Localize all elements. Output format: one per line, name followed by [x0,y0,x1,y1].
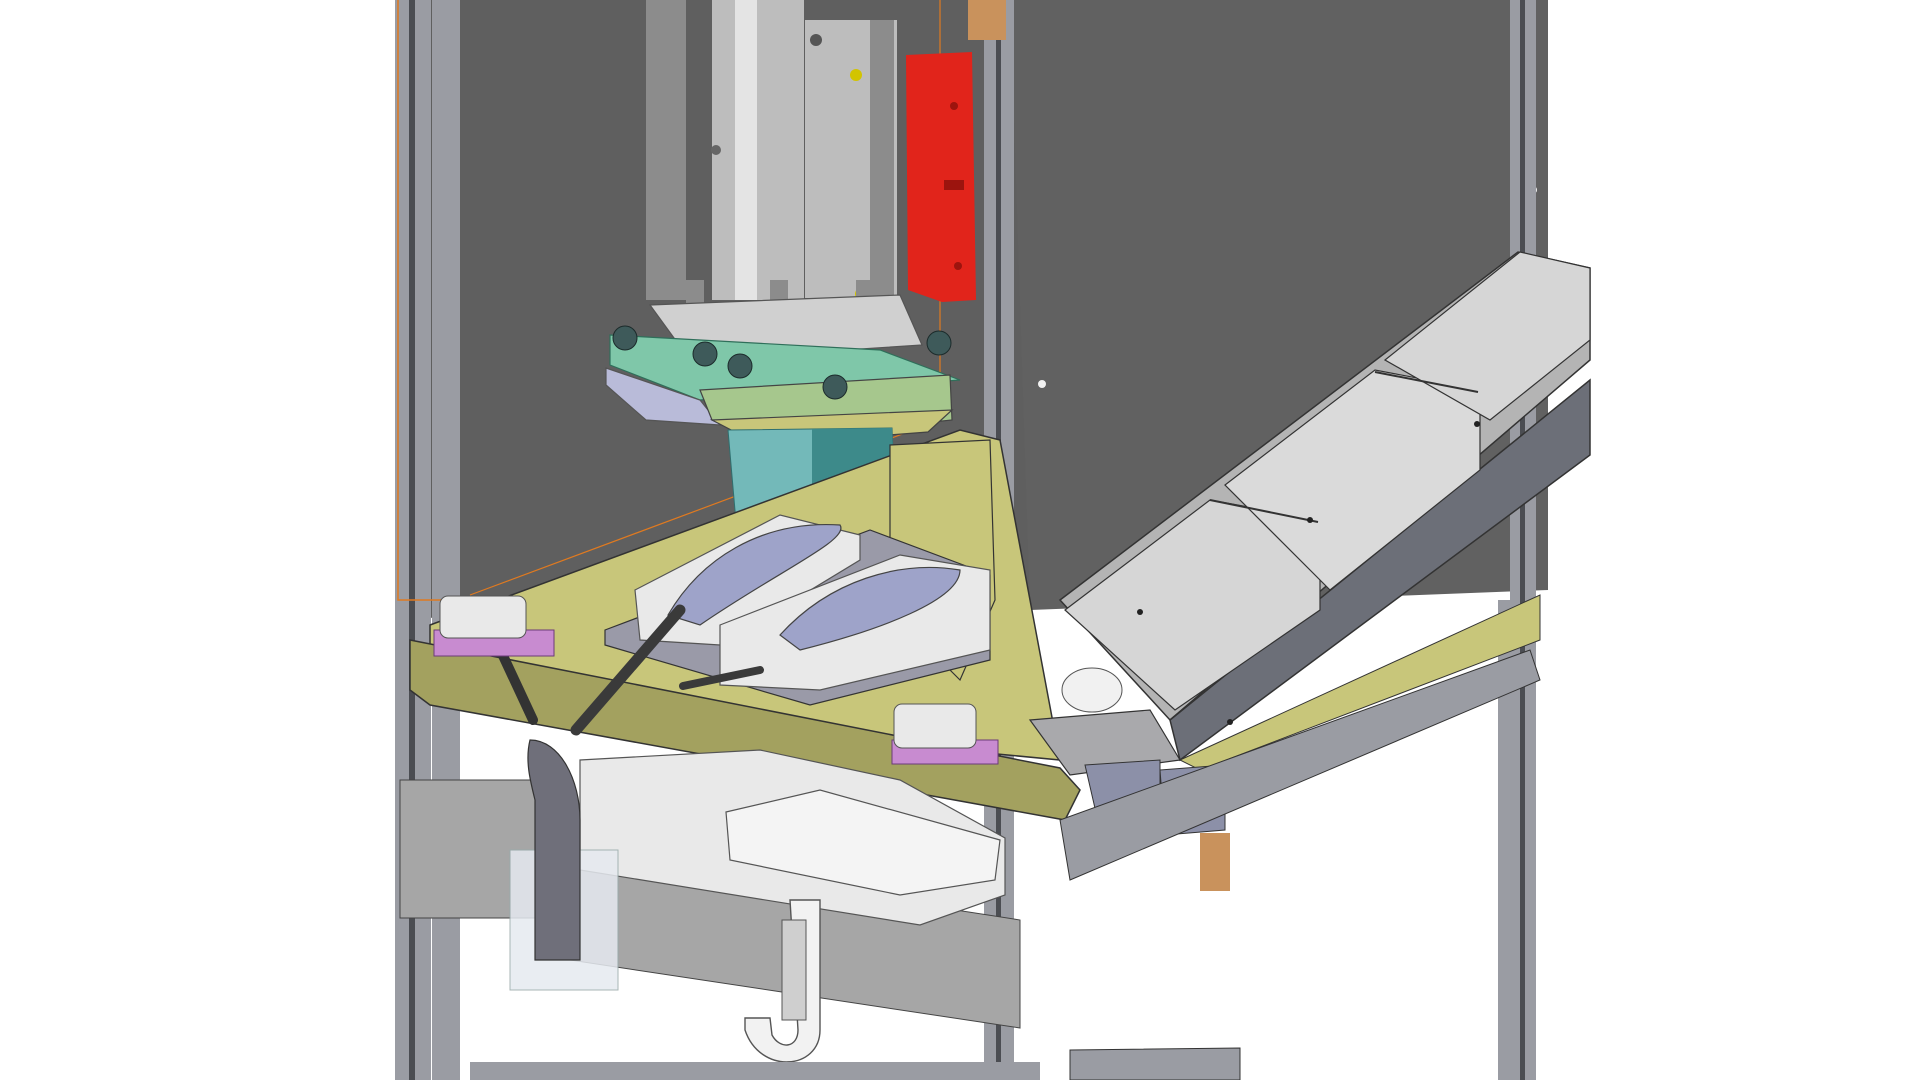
spring-bolt [692,341,718,367]
cad-assembly-view [0,0,1920,1080]
handheld-probe [527,739,581,961]
red-bracket-body [906,52,976,302]
chute-screw [1307,517,1313,523]
panel-screw-hole [1038,380,1046,388]
cad-render-canvas [395,0,1591,1080]
cylinder-barrel [712,0,804,300]
cylinder-rail-left [646,0,686,300]
chute-screw [1474,421,1480,427]
bracket-hole [954,262,962,270]
spring-bolt [612,325,638,351]
bracket-slot [944,180,964,190]
spring-bolt [727,353,753,379]
corner-block-top [968,0,1006,40]
bracket-hole [950,102,958,110]
dome-sensor [1061,667,1123,713]
base-rail [470,1062,1040,1080]
bolt [711,145,721,155]
clamp-body [439,595,527,639]
red-bracket [906,52,976,302]
spring-bolt [822,374,848,400]
bolt [810,34,822,46]
chute-screw [1137,609,1143,615]
corner-block-bottom [1200,833,1230,891]
sensor-post [781,919,807,1021]
chute-screw [1227,719,1233,725]
cylinder-barrel-shade [735,0,757,300]
cylinder-guide-shade [870,20,894,298]
spring-bolt [926,330,952,356]
clamp-body [893,703,977,749]
frame-post-right-groove [1520,0,1525,1080]
lower-extrusion-right [1069,1047,1241,1080]
bolt [850,69,862,81]
pneumatic-cylinder [646,0,897,320]
